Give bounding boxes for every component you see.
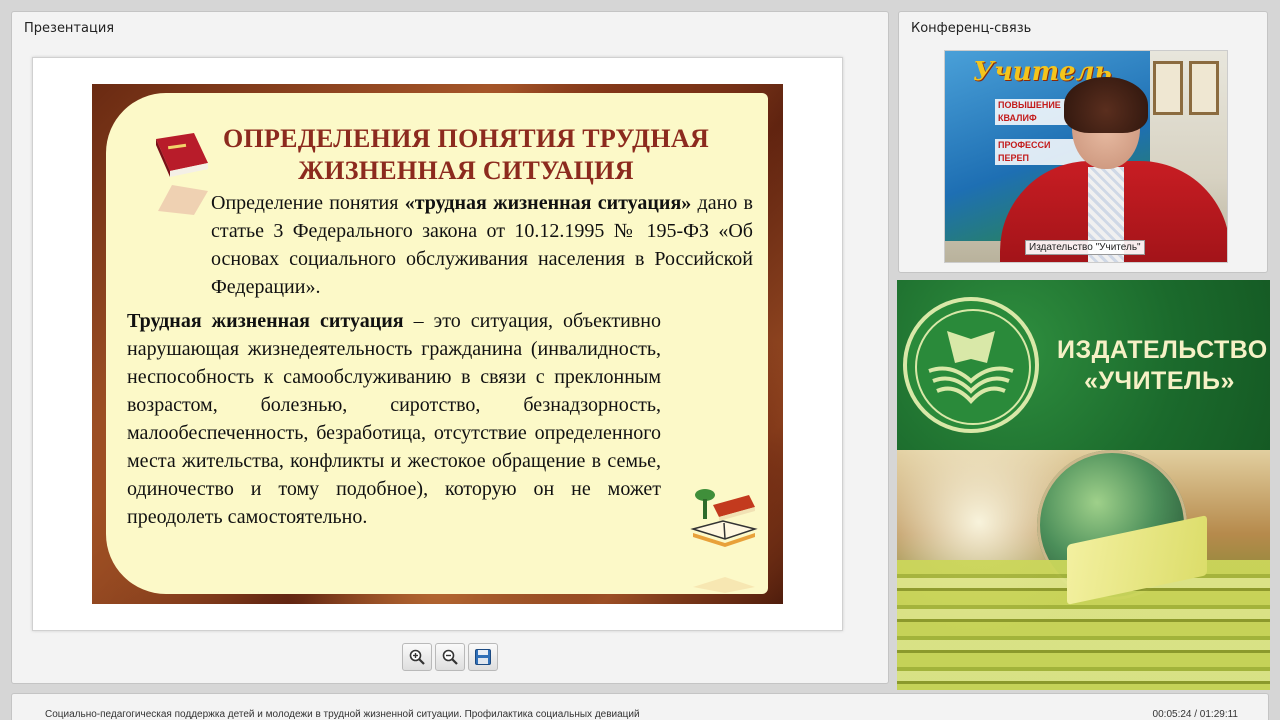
presenter (1000, 77, 1227, 262)
slide-definition-paragraph: Определение понятия «трудная жизненная с… (211, 189, 753, 301)
conference-panel-title: Конференц-связь (911, 21, 1032, 36)
slide-content-card: ОПРЕДЕЛЕНИЯ ПОНЯТИЯ ТРУДНАЯ ЖИЗНЕННАЯ СИ… (106, 93, 768, 594)
para1-text-a: Определение понятия (211, 192, 405, 214)
open-book-logo-icon (928, 331, 1014, 405)
presentation-panel-title: Презентация (24, 21, 115, 36)
para2-term: Трудная жизненная ситуация (127, 310, 404, 332)
publisher-banner-top: ИЗДАТЕЛЬСТВО «УЧИТЕЛЬ» (897, 280, 1270, 450)
slide-viewport: ОПРЕДЕЛЕНИЯ ПОНЯТИЯ ТРУДНАЯ ЖИЗНЕННАЯ СИ… (32, 57, 843, 631)
status-bar: Социально-педагогическая поддержка детей… (11, 693, 1269, 720)
slide-title: ОПРЕДЕЛЕНИЯ ПОНЯТИЯ ТРУДНАЯ ЖИЗНЕННАЯ СИ… (186, 123, 746, 187)
zoom-in-button[interactable] (402, 643, 432, 671)
webinar-title: Социально-педагогическая поддержка детей… (45, 709, 640, 720)
para1-term: «трудная жизненная ситуация» (404, 192, 692, 214)
desk-lamp-books-reflection-icon (693, 577, 755, 593)
publisher-logo (903, 297, 1039, 433)
save-button[interactable] (468, 643, 498, 671)
save-icon (475, 649, 491, 665)
presentation-panel: Презентация ОПРЕДЕЛЕНИЯ ПОНЯТИЯ ТРУДНАЯ … (11, 11, 889, 684)
zoom-out-icon (442, 649, 458, 665)
zoom-in-icon (409, 649, 425, 665)
webcam-video[interactable]: Учитель ПОВЫШЕНИЕ КВАЛИФ ПРОФЕССИ ПЕРЕП … (944, 50, 1228, 263)
video-caption: Издательство "Учитель" (1025, 240, 1145, 255)
slide-title-line-1: ОПРЕДЕЛЕНИЯ ПОНЯТИЯ ТРУДНАЯ (222, 124, 710, 153)
playback-time: 00:05:24 / 01:29:11 (1152, 709, 1238, 720)
publisher-banner: ИЗДАТЕЛЬСТВО «УЧИТЕЛЬ» (897, 280, 1270, 690)
zoom-out-button[interactable] (435, 643, 465, 671)
publisher-name: ИЗДАТЕЛЬСТВО «УЧИТЕЛЬ» (1057, 335, 1268, 397)
slide-toolbar (402, 643, 498, 671)
publisher-name-line-1: ИЗДАТЕЛЬСТВО (1057, 336, 1268, 364)
publisher-name-line-2: «УЧИТЕЛЬ» (1084, 367, 1235, 395)
para2-text: – это ситуация, объективно нарушающая жи… (127, 310, 661, 528)
conference-panel: Конференц-связь Учитель ПОВЫШЕНИЕ КВАЛИФ… (898, 11, 1268, 273)
slide-title-line-2: ЖИЗНЕННАЯ СИТУАЦИЯ (298, 156, 634, 185)
desk-lamp-books-icon (690, 489, 758, 547)
presenter-hair (1064, 77, 1148, 133)
publisher-banner-image (897, 450, 1270, 690)
slide: ОПРЕДЕЛЕНИЯ ПОНЯТИЯ ТРУДНАЯ ЖИЗНЕННАЯ СИ… (92, 84, 783, 604)
slide-explanation-paragraph: Трудная жизненная ситуация – это ситуаци… (127, 307, 661, 531)
